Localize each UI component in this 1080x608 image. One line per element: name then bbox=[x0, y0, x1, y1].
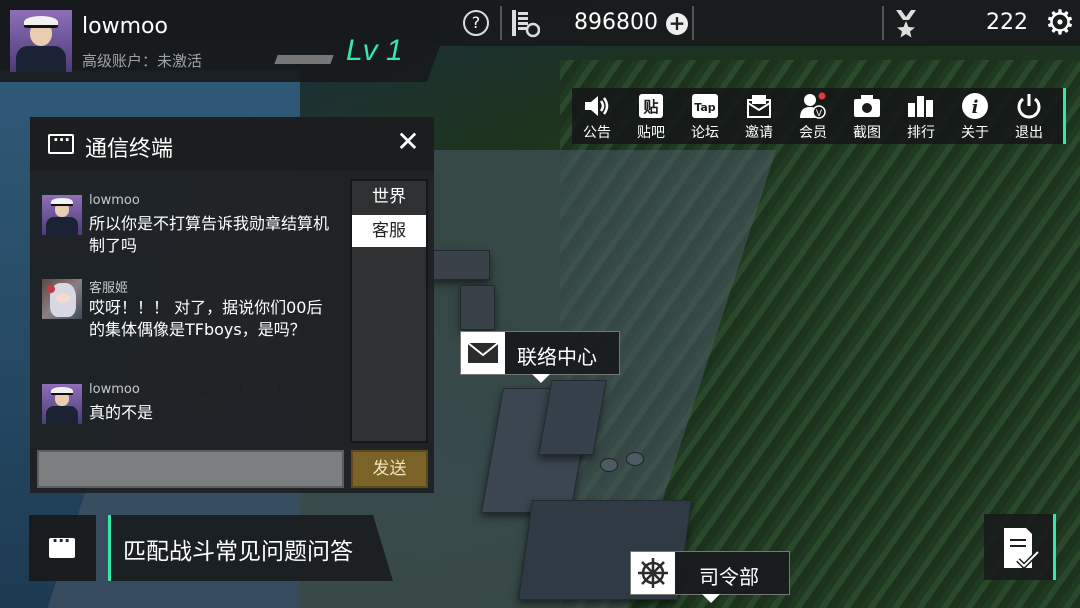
medal-icon bbox=[896, 10, 916, 38]
chat-panel: 通信终端 ✕ lowmoo 所以你是不打算告诉我勋章结算机制了吗 客服姬 哎呀！… bbox=[30, 117, 434, 493]
menu-label: 论坛 bbox=[691, 125, 719, 141]
water-tank bbox=[600, 458, 618, 472]
tieba-icon: 贴 bbox=[639, 94, 663, 118]
invite-mail-icon bbox=[747, 95, 771, 118]
sender-avatar bbox=[42, 279, 82, 319]
menu-forum[interactable]: Tap 论坛 bbox=[680, 92, 730, 142]
sender-name: lowmoo bbox=[89, 382, 140, 397]
tab-customer-service[interactable]: 客服 bbox=[352, 215, 426, 247]
divider bbox=[692, 6, 694, 40]
message-text: 真的不是 bbox=[89, 403, 154, 422]
sender-avatar bbox=[42, 195, 82, 235]
menu-announcement[interactable]: 公告 bbox=[572, 92, 622, 142]
close-button[interactable]: ✕ bbox=[394, 127, 422, 157]
account-status: 高级账户：未激活 bbox=[82, 52, 203, 70]
ship-wheel-icon bbox=[631, 552, 675, 594]
marker-label: 联络中心 bbox=[517, 345, 597, 369]
menu-about[interactable]: i 关于 bbox=[950, 92, 1000, 142]
menu-member[interactable]: V 会员 bbox=[788, 92, 838, 142]
water-tank bbox=[626, 452, 644, 466]
sender-name: lowmoo bbox=[89, 193, 140, 208]
menu-ranking[interactable]: 排行 bbox=[896, 92, 946, 142]
send-button[interactable]: 发送 bbox=[351, 450, 428, 488]
settings-gear-icon[interactable]: ⚙ bbox=[1042, 5, 1078, 41]
menu-label: 会员 bbox=[799, 125, 827, 141]
marker-pointer bbox=[702, 594, 720, 603]
faq-label: 匹配战斗常见问题问答 bbox=[123, 539, 353, 565]
menu-label: 退出 bbox=[1015, 125, 1043, 141]
player-avatar[interactable] bbox=[10, 10, 72, 72]
member-icon: V bbox=[800, 92, 826, 119]
taptap-icon: Tap bbox=[692, 94, 718, 118]
marker-pointer bbox=[532, 374, 550, 383]
message-text: 哎呀！！！ 对了，据说你们00后的集体偶像是TFboys，是吗？ bbox=[89, 298, 323, 339]
menu-label: 邀请 bbox=[745, 125, 773, 141]
envelope-icon bbox=[461, 332, 505, 374]
chat-title: 通信终端 bbox=[85, 137, 174, 162]
checklist-icon bbox=[1004, 528, 1040, 570]
divider bbox=[500, 6, 502, 40]
chat-input[interactable] bbox=[37, 450, 344, 488]
chat-bubble-icon bbox=[49, 531, 75, 558]
faq-banner[interactable]: 匹配战斗常见问题问答 bbox=[108, 515, 393, 581]
menu-label: 关于 bbox=[961, 125, 989, 141]
power-icon bbox=[1017, 94, 1041, 119]
svg-text:贴: 贴 bbox=[643, 98, 658, 116]
building bbox=[430, 250, 490, 280]
add-coins-button[interactable]: + bbox=[666, 13, 688, 35]
building bbox=[460, 285, 495, 330]
chat-bubble-icon bbox=[48, 131, 74, 154]
player-username: lowmoo bbox=[82, 14, 168, 39]
medal-amount: 222 bbox=[986, 10, 1028, 35]
menu-screenshot[interactable]: 截图 bbox=[842, 92, 892, 142]
tasks-button[interactable] bbox=[984, 514, 1056, 580]
faq-chat-button[interactable] bbox=[29, 515, 96, 581]
sender-name: 客服姬 bbox=[89, 281, 129, 296]
tab-world[interactable]: 世界 bbox=[352, 181, 426, 213]
main-menu: 公告 贴 贴吧 Tap 论坛 邀请 V 会员 截图 排行 i 关于 退出 bbox=[572, 88, 1066, 144]
camera-icon bbox=[854, 95, 880, 117]
menu-tieba[interactable]: 贴 贴吧 bbox=[626, 92, 676, 142]
marker-contact-center[interactable]: 联络中心 bbox=[460, 331, 620, 383]
svg-text:i: i bbox=[972, 97, 979, 118]
experience-bar bbox=[274, 55, 334, 64]
marker-label: 司令部 bbox=[699, 565, 759, 589]
player-panel[interactable]: lowmoo 高级账户：未激活 Lv 1 bbox=[0, 0, 440, 82]
info-icon: i bbox=[962, 93, 988, 119]
menu-label: 排行 bbox=[907, 125, 935, 141]
chat-channel-tabs: 世界 客服 bbox=[350, 179, 428, 443]
menu-exit[interactable]: 退出 bbox=[1004, 92, 1054, 142]
menu-label: 贴吧 bbox=[637, 125, 665, 141]
svg-text:Tap: Tap bbox=[694, 101, 716, 114]
svg-text:V: V bbox=[816, 109, 823, 119]
menu-invite[interactable]: 邀请 bbox=[734, 92, 784, 142]
sender-avatar bbox=[42, 384, 82, 424]
speaker-icon bbox=[585, 96, 609, 116]
divider bbox=[882, 6, 884, 40]
player-level: Lv 1 bbox=[346, 34, 403, 67]
menu-label: 截图 bbox=[853, 125, 881, 141]
marker-headquarters[interactable]: 司令部 bbox=[630, 551, 790, 603]
coin-amount: 896800 bbox=[574, 10, 658, 35]
chat-header: 通信终端 ✕ bbox=[30, 117, 434, 171]
ranking-icon bbox=[908, 96, 933, 117]
help-button[interactable]: ? bbox=[463, 10, 489, 36]
message-text: 所以你是不打算告诉我勋章结算机制了吗 bbox=[89, 214, 330, 255]
coin-stack-icon bbox=[512, 10, 540, 38]
menu-label: 公告 bbox=[583, 125, 611, 141]
